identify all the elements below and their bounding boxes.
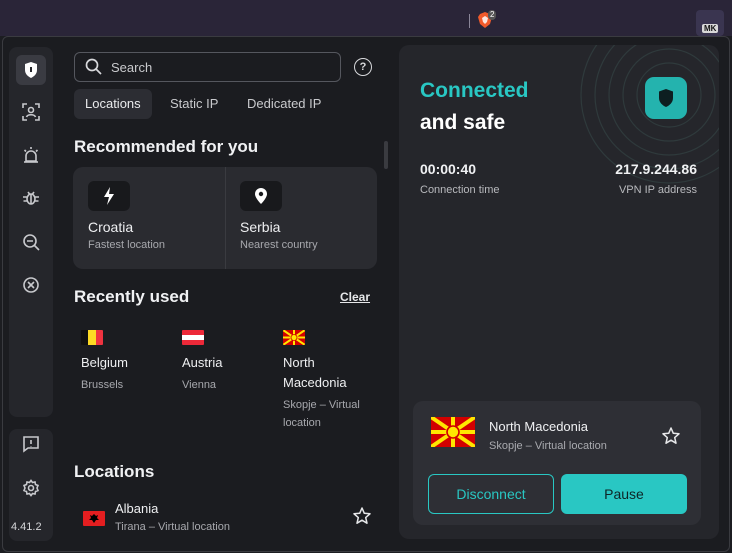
bug-icon[interactable]	[20, 187, 42, 209]
albania-flag	[83, 511, 105, 526]
signal-rings-graphic	[580, 45, 719, 184]
favorite-star-icon[interactable]	[353, 507, 371, 530]
recommended-name: Croatia	[88, 219, 134, 235]
recommended-item-croatia[interactable]: Croatia Fastest location	[73, 167, 225, 269]
status-title: Connected	[420, 79, 529, 102]
location-pin-icon	[240, 181, 282, 211]
sidebar-nav	[9, 47, 53, 417]
north-macedonia-flag	[431, 417, 475, 447]
help-icon[interactable]: ?	[354, 58, 372, 76]
scrollbar[interactable]	[384, 141, 388, 169]
connection-time-label: Connection time	[420, 184, 500, 196]
vpn-extension-button[interactable]: MK	[696, 10, 724, 36]
vpn-shield-badge	[645, 77, 687, 119]
tab-locations[interactable]: Locations	[74, 89, 152, 119]
belgium-flag	[81, 330, 103, 345]
recent-item-name: Austria	[182, 355, 223, 370]
recent-item-city: Vienna	[182, 379, 217, 391]
recent-item-belgium[interactable]: Belgium Brussels	[81, 330, 171, 394]
recent-item-city: Brussels	[81, 379, 124, 391]
bolt-icon	[88, 181, 130, 211]
brave-shields-icon[interactable]: 2	[478, 10, 497, 30]
tab-dedicated-ip[interactable]: Dedicated IP	[236, 89, 332, 119]
austria-flag	[182, 330, 204, 345]
tab-static-ip[interactable]: Static IP	[159, 89, 229, 119]
recent-item-city: Skopje – Virtual location	[283, 399, 360, 429]
location-row-albania[interactable]: Albania Tirana – Virtual location	[73, 499, 373, 539]
location-name: Albania	[115, 501, 159, 516]
extension-badge: MK	[702, 24, 719, 33]
alarm-icon[interactable]	[20, 144, 42, 166]
north-macedonia-flag	[283, 330, 305, 345]
vpn-ip-address: 217.9.244.86	[615, 161, 697, 177]
settings-gear-icon[interactable]	[20, 477, 42, 499]
vpn-ip-label: VPN IP address	[618, 184, 697, 196]
search-input[interactable]: Search	[74, 52, 341, 82]
vpn-popup: 4.41.2 Search ? Locations Static IP Dedi…	[2, 36, 730, 552]
status-subtitle: and safe	[420, 111, 506, 134]
toolbar-separator	[469, 14, 470, 28]
recently-used-heading: Recently used	[74, 287, 190, 306]
connection-time: 00:00:40	[420, 161, 477, 177]
recommended-subtitle: Fastest location	[88, 239, 166, 251]
location-city: Tirana – Virtual location	[115, 521, 230, 533]
pause-button[interactable]: Pause	[561, 474, 687, 514]
clear-recent-link[interactable]: Clear	[340, 290, 370, 304]
search-icon	[85, 58, 102, 80]
locations-heading: Locations	[74, 462, 155, 481]
recent-item-name: Belgium	[81, 355, 128, 370]
recent-item-name: North Macedonia	[283, 355, 347, 390]
current-location-subtitle: Skopje – Virtual location	[489, 440, 607, 452]
brave-badge-count: 2	[488, 10, 497, 20]
recommended-heading: Recommended for you	[74, 137, 259, 156]
browser-toolbar: 2 MK	[0, 0, 732, 36]
search-zoom-icon[interactable]	[20, 231, 42, 253]
recommended-item-serbia[interactable]: Serbia Nearest country	[226, 167, 377, 269]
shield-icon[interactable]	[16, 55, 46, 85]
recommended-card: Croatia Fastest location Serbia Nearest …	[73, 167, 377, 269]
recent-item-austria[interactable]: Austria Vienna	[182, 330, 272, 394]
connection-panel: Connected and safe 00:00:40 Connection t…	[399, 45, 719, 539]
recent-item-north-macedonia[interactable]: North Macedonia Skopje – Virtual locatio…	[283, 330, 373, 432]
recommended-subtitle: Nearest country	[240, 239, 318, 251]
current-location-card: North Macedonia Skopje – Virtual locatio…	[413, 401, 701, 525]
favorite-star-icon[interactable]	[662, 427, 680, 450]
disconnect-button[interactable]: Disconnect	[428, 474, 554, 514]
version-label: 4.41.2	[11, 521, 42, 533]
search-placeholder: Search	[111, 60, 153, 75]
recommended-name: Serbia	[240, 219, 281, 235]
account-search-icon[interactable]	[20, 101, 42, 123]
current-location-name: North Macedonia	[489, 419, 588, 434]
block-icon[interactable]	[20, 274, 42, 296]
feedback-icon[interactable]	[20, 433, 42, 455]
